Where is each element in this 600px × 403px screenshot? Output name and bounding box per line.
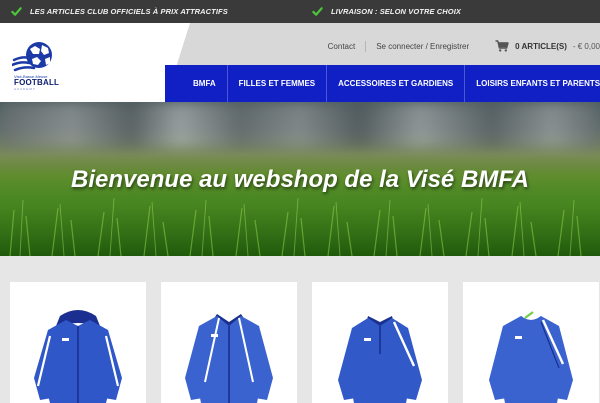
utility-links: Contact Se connecter / Enregistrer 0 ART… bbox=[318, 39, 600, 53]
promo-text: LIVRAISON : SELON VOTRE CHOIX bbox=[331, 7, 461, 16]
promo-item: LES ARTICLES CLUB OFFICIELS À PRIX ATTRA… bbox=[11, 0, 228, 23]
product-image bbox=[34, 310, 122, 403]
product-card[interactable] bbox=[312, 282, 448, 403]
cart-count: 0 ARTICLE(S) bbox=[515, 41, 567, 51]
cart-total: - € 0,00 bbox=[572, 41, 600, 51]
product-grid bbox=[0, 256, 600, 403]
product-card[interactable] bbox=[10, 282, 146, 403]
promo-text: LES ARTICLES CLUB OFFICIELS À PRIX ATTRA… bbox=[30, 7, 228, 16]
product-card[interactable] bbox=[463, 282, 599, 403]
product-card[interactable] bbox=[161, 282, 297, 403]
nav-item-bmfa[interactable]: BMFA bbox=[165, 65, 227, 102]
contact-link[interactable]: Contact bbox=[318, 42, 366, 51]
site-header: Visé-Basse-Meuse FOOTBALL ACADEMY Contac… bbox=[0, 23, 600, 102]
main-nav: BMFA FILLES ET FEMMES ACCESSOIRES ET GAR… bbox=[165, 65, 600, 102]
promo-item: LIVRAISON : SELON VOTRE CHOIX bbox=[312, 0, 461, 23]
product-image bbox=[185, 314, 273, 403]
logo-title: FOOTBALL bbox=[14, 78, 60, 87]
nav-item-accessoires-et-gardiens[interactable]: ACCESSOIRES ET GARDIENS bbox=[326, 65, 464, 102]
logo-wordmark: Visé-Basse-Meuse FOOTBALL ACADEMY bbox=[14, 74, 60, 91]
product-image bbox=[489, 311, 573, 403]
logo-panel: Visé-Basse-Meuse FOOTBALL ACADEMY bbox=[0, 23, 190, 102]
product-image bbox=[338, 316, 422, 403]
check-icon bbox=[312, 7, 323, 16]
hero-banner: Bienvenue au webshop de la Visé BMFA bbox=[0, 102, 600, 256]
stadium-background bbox=[0, 102, 600, 148]
check-icon bbox=[11, 7, 22, 16]
logo-tagline: ACADEMY bbox=[14, 87, 36, 91]
cart-icon bbox=[495, 40, 509, 52]
promo-bar: LES ARTICLES CLUB OFFICIELS À PRIX ATTRA… bbox=[0, 0, 600, 23]
nav-item-filles-et-femmes[interactable]: FILLES ET FEMMES bbox=[226, 65, 326, 102]
nav-item-loisirs-enfants-et-parents[interactable]: LOISIRS ENFANTS ET PARENTS bbox=[464, 65, 600, 102]
login-register-link[interactable]: Se connecter / Enregistrer bbox=[366, 42, 479, 51]
hero-title: Bienvenue au webshop de la Visé BMFA bbox=[71, 166, 529, 193]
cart-button[interactable]: 0 ARTICLE(S) - € 0,00 bbox=[479, 40, 600, 52]
